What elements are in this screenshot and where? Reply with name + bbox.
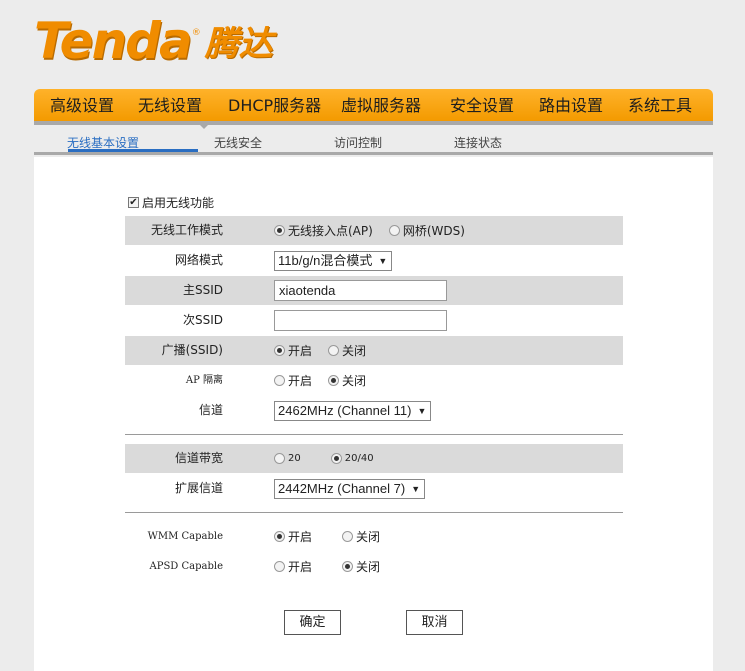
nav-virtual-server[interactable]: 虚拟服务器: [341, 89, 421, 121]
primary-ssid-input[interactable]: xiaotenda: [274, 280, 447, 301]
isolation-off-label: 关闭: [342, 374, 367, 388]
bandwidth-20-radio[interactable]: [274, 453, 285, 464]
confirm-button[interactable]: 确定: [284, 610, 341, 635]
secondary-ssid-row: 次SSID: [125, 306, 623, 335]
broadcast-on-radio[interactable]: [274, 345, 285, 356]
wmm-off-radio[interactable]: [342, 531, 354, 542]
wmm-on-radio[interactable]: [274, 531, 285, 542]
nav-dhcp[interactable]: DHCP服务器: [228, 89, 321, 121]
wmm-off-label: 关闭: [356, 530, 381, 544]
dropdown-arrow-icon: ▼: [417, 405, 427, 416]
logo-brand-text: Tenda: [34, 12, 193, 70]
enable-wireless-row: ✔ 启用无线功能: [128, 194, 214, 211]
apsd-off-option[interactable]: 关闭: [342, 558, 380, 575]
broadcast-ssid-row: 广播(SSID) 开启 关闭: [125, 336, 623, 365]
work-mode-row: 无线工作模式 无线接入点(AP) 网桥(WDS): [125, 216, 623, 245]
mode-ap-label: 无线接入点(AP): [288, 224, 373, 238]
apsd-row: APSD Capable 开启 关闭: [125, 552, 623, 581]
apsd-on-radio[interactable]: [274, 561, 285, 572]
bandwidth-2040-option[interactable]: 20/40: [330, 453, 374, 464]
mode-wds-radio[interactable]: [388, 225, 400, 236]
broadcast-off-option[interactable]: 关闭: [328, 342, 366, 359]
broadcast-ssid-label: 广播(SSID): [161, 343, 223, 357]
ext-channel-label: 扩展信道: [174, 481, 223, 495]
nav-routing[interactable]: 路由设置: [539, 89, 603, 121]
sub-nav: 无线基本设置 无线安全 访问控制 连接状态: [34, 125, 713, 155]
ext-channel-value: 2442MHz (Channel 7): [278, 480, 406, 496]
network-mode-label: 网络模式: [174, 253, 223, 267]
primary-ssid-row: 主SSID xiaotenda: [125, 276, 623, 305]
bandwidth-label: 信道带宽: [174, 451, 223, 465]
ext-channel-row: 扩展信道 2442MHz (Channel 7) ▼: [125, 474, 623, 503]
mode-ap-radio[interactable]: [274, 225, 285, 236]
nav-wireless[interactable]: 无线设置: [138, 89, 202, 121]
isolation-off-radio[interactable]: [328, 375, 340, 386]
content-panel: ✔ 启用无线功能 无线工作模式 无线接入点(AP) 网桥(WDS) 网络模式 1…: [34, 157, 713, 671]
channel-select[interactable]: 2462MHz (Channel 11) ▼: [274, 400, 432, 421]
section-divider: [125, 434, 623, 435]
section-divider: [125, 512, 623, 513]
dropdown-arrow-icon: ▼: [378, 255, 388, 266]
enable-wireless-checkbox[interactable]: ✔: [128, 197, 139, 208]
isolation-off-option[interactable]: 关闭: [328, 372, 366, 389]
logo-chinese-text: 腾达: [204, 24, 273, 64]
bandwidth-20-label: 20: [288, 453, 301, 464]
mode-wds-label: 网桥(WDS): [402, 224, 465, 238]
tab-wireless-security[interactable]: 无线安全: [214, 134, 262, 151]
apsd-label: APSD Capable: [149, 561, 224, 572]
apsd-on-label: 开启: [288, 560, 313, 574]
channel-value: 2462MHz (Channel 11): [278, 402, 412, 418]
secondary-ssid-label: 次SSID: [182, 313, 223, 327]
broadcast-on-label: 开启: [288, 344, 313, 358]
network-mode-row: 网络模式 11b/g/n混合模式 ▼: [125, 246, 623, 275]
wmm-label: WMM Capable: [147, 531, 223, 542]
dropdown-arrow-icon: ▼: [411, 483, 421, 494]
wmm-on-option[interactable]: 开启: [274, 528, 312, 545]
secondary-ssid-input[interactable]: [274, 310, 447, 331]
nav-system-tools[interactable]: 系统工具: [628, 89, 692, 121]
wmm-off-option[interactable]: 关闭: [342, 528, 380, 545]
logo-registered-mark: ®: [191, 28, 201, 38]
channel-row: 信道 2462MHz (Channel 11) ▼: [125, 396, 623, 425]
broadcast-on-option[interactable]: 开启: [274, 342, 312, 359]
apsd-off-radio[interactable]: [342, 561, 354, 572]
nav-security[interactable]: 安全设置: [450, 89, 514, 121]
tab-connection-status[interactable]: 连接状态: [454, 134, 502, 151]
active-tab-underline: [68, 149, 198, 152]
bandwidth-20-option[interactable]: 20: [274, 453, 301, 464]
primary-ssid-label: 主SSID: [182, 283, 223, 297]
bandwidth-2040-radio[interactable]: [330, 453, 342, 464]
mode-ap-option[interactable]: 无线接入点(AP): [274, 222, 373, 239]
enable-wireless-label: 启用无线功能: [142, 196, 215, 210]
network-mode-select[interactable]: 11b/g/n混合模式 ▼: [274, 250, 393, 271]
isolation-on-option[interactable]: 开启: [274, 372, 312, 389]
isolation-on-radio[interactable]: [274, 375, 285, 386]
tab-access-control[interactable]: 访问控制: [334, 134, 382, 151]
bandwidth-row: 信道带宽 20 20/40: [125, 444, 623, 473]
ext-channel-select[interactable]: 2442MHz (Channel 7) ▼: [274, 478, 426, 499]
apsd-on-option[interactable]: 开启: [274, 558, 312, 575]
bandwidth-2040-label: 20/40: [344, 453, 374, 464]
main-nav: 高级设置 无线设置 DHCP服务器 虚拟服务器 安全设置 路由设置 系统工具: [34, 89, 713, 129]
cancel-button[interactable]: 取消: [406, 610, 463, 635]
ap-isolation-row: AP 隔离 开启 关闭: [125, 366, 623, 395]
ap-isolation-label: AP 隔离: [185, 375, 223, 386]
work-mode-label: 无线工作模式: [150, 223, 223, 237]
channel-label: 信道: [198, 403, 223, 417]
network-mode-value: 11b/g/n混合模式: [278, 252, 373, 268]
apsd-off-label: 关闭: [356, 560, 381, 574]
nav-advanced[interactable]: 高级设置: [50, 89, 114, 121]
mode-wds-option[interactable]: 网桥(WDS): [388, 222, 465, 239]
broadcast-off-label: 关闭: [342, 344, 367, 358]
isolation-on-label: 开启: [288, 374, 313, 388]
broadcast-off-radio[interactable]: [328, 345, 340, 356]
wmm-row: WMM Capable 开启 关闭: [125, 522, 623, 551]
tenda-logo: Tenda ® 腾达: [34, 16, 273, 66]
wmm-on-label: 开启: [288, 530, 313, 544]
